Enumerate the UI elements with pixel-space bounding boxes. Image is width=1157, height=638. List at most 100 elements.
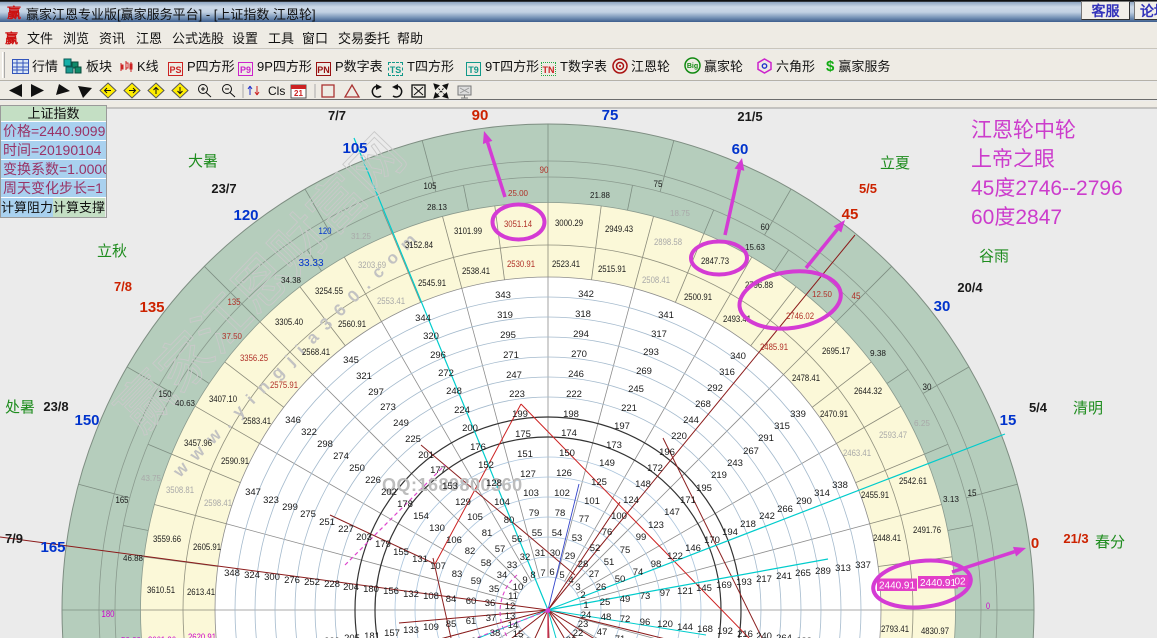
svg-text:2508.41: 2508.41	[642, 275, 670, 286]
svg-text:216: 216	[737, 629, 753, 638]
svg-text:338: 338	[832, 480, 848, 491]
svg-text:265: 265	[795, 568, 811, 579]
svg-text:25.00: 25.00	[508, 188, 528, 198]
svg-text:15: 15	[968, 488, 977, 499]
svg-text:21.88: 21.88	[590, 190, 610, 200]
svg-text:55: 55	[532, 528, 543, 539]
svg-text:318: 318	[575, 309, 591, 320]
svg-text:2478.41: 2478.41	[792, 373, 820, 384]
svg-text:346: 346	[285, 415, 301, 426]
svg-text:243: 243	[727, 458, 743, 469]
svg-text:77: 77	[579, 514, 590, 525]
svg-text:0: 0	[1031, 535, 1039, 552]
svg-text:202: 202	[381, 487, 397, 498]
svg-text:4: 4	[568, 575, 573, 586]
svg-text:50: 50	[615, 574, 626, 585]
svg-text:79: 79	[529, 508, 540, 519]
svg-text:195: 195	[696, 483, 712, 494]
svg-text:345: 345	[343, 355, 359, 366]
svg-text:12.50: 12.50	[812, 289, 832, 299]
svg-text:30: 30	[550, 548, 561, 559]
svg-text:6.25: 6.25	[914, 418, 930, 428]
svg-text:0: 0	[986, 601, 990, 612]
svg-text:28.13: 28.13	[427, 202, 447, 212]
svg-text:60度2847: 60度2847	[971, 206, 1062, 229]
svg-text:2746.02: 2746.02	[786, 311, 814, 322]
svg-text:75: 75	[602, 107, 619, 124]
svg-text:337: 337	[855, 560, 871, 571]
svg-text:2523.41: 2523.41	[552, 259, 580, 270]
svg-text:322: 322	[301, 427, 317, 438]
svg-text:275: 275	[300, 509, 316, 520]
svg-text:100: 100	[611, 511, 627, 522]
svg-text:123: 123	[648, 520, 664, 531]
svg-text:168: 168	[697, 624, 713, 635]
svg-text:343: 343	[495, 290, 511, 301]
svg-text:340: 340	[730, 351, 746, 362]
svg-text:71: 71	[615, 634, 626, 638]
svg-text:21/3: 21/3	[1063, 531, 1088, 546]
svg-text:28: 28	[578, 559, 589, 570]
svg-text:Cls: Cls	[268, 84, 285, 98]
svg-text:32: 32	[520, 552, 531, 563]
svg-text:20/4: 20/4	[957, 280, 983, 295]
svg-text:147: 147	[664, 507, 680, 518]
svg-text:150: 150	[559, 448, 575, 459]
svg-text:108: 108	[423, 591, 439, 602]
svg-text:157: 157	[384, 628, 400, 638]
svg-text:2949.43: 2949.43	[605, 224, 633, 235]
svg-text:2538.41: 2538.41	[462, 266, 490, 277]
svg-text:24: 24	[581, 610, 592, 621]
svg-text:204: 204	[343, 582, 359, 593]
svg-text:268: 268	[695, 399, 711, 410]
svg-text:4830.97: 4830.97	[921, 626, 949, 637]
svg-text:297: 297	[368, 387, 384, 398]
svg-text:23/7: 23/7	[211, 181, 236, 196]
svg-text:250: 250	[349, 463, 365, 474]
svg-text:149: 149	[599, 458, 615, 469]
svg-text:47: 47	[597, 627, 608, 638]
svg-text:199: 199	[512, 409, 528, 420]
svg-text:60: 60	[466, 596, 477, 607]
svg-text:120: 120	[657, 619, 673, 630]
svg-text:267: 267	[743, 446, 759, 457]
svg-text:293: 293	[643, 347, 659, 358]
svg-text:立夏: 立夏	[880, 155, 910, 172]
svg-text:165: 165	[40, 539, 65, 556]
svg-text:316: 316	[719, 367, 735, 378]
svg-text:347: 347	[245, 487, 261, 498]
svg-text:178: 178	[397, 499, 413, 510]
svg-text:3101.99: 3101.99	[454, 226, 482, 237]
svg-text:298: 298	[317, 439, 333, 450]
svg-text:273: 273	[380, 402, 396, 413]
svg-text:109: 109	[423, 622, 439, 633]
svg-text:3457.96: 3457.96	[184, 438, 212, 449]
svg-text:立秋: 立秋	[97, 243, 127, 260]
svg-text:313: 313	[835, 563, 851, 574]
svg-text:97: 97	[660, 588, 671, 599]
svg-text:223: 223	[509, 389, 525, 400]
svg-text:春分: 春分	[1095, 534, 1125, 551]
svg-text:8: 8	[530, 570, 535, 581]
svg-text:129: 129	[455, 497, 471, 508]
svg-text:135: 135	[228, 297, 241, 308]
svg-text:225: 225	[405, 434, 421, 445]
svg-text:205: 205	[344, 633, 360, 638]
svg-text:173: 173	[606, 440, 622, 451]
svg-text:35: 35	[489, 584, 500, 595]
svg-text:127: 127	[520, 469, 536, 480]
svg-text:197: 197	[614, 421, 630, 432]
svg-text:3559.66: 3559.66	[153, 534, 181, 545]
svg-text:198: 198	[563, 409, 579, 420]
svg-text:2695.17: 2695.17	[822, 346, 850, 357]
svg-text:276: 276	[284, 575, 300, 586]
svg-text:85: 85	[446, 619, 457, 630]
svg-text:2491.76: 2491.76	[913, 525, 941, 536]
svg-text:2485.91: 2485.91	[760, 342, 788, 353]
svg-text:228: 228	[324, 579, 340, 590]
svg-text:15.63: 15.63	[745, 242, 765, 252]
svg-text:171: 171	[680, 495, 696, 506]
svg-text:348: 348	[224, 568, 240, 579]
svg-text:2470.91: 2470.91	[820, 409, 848, 420]
svg-text:266: 266	[777, 504, 793, 515]
